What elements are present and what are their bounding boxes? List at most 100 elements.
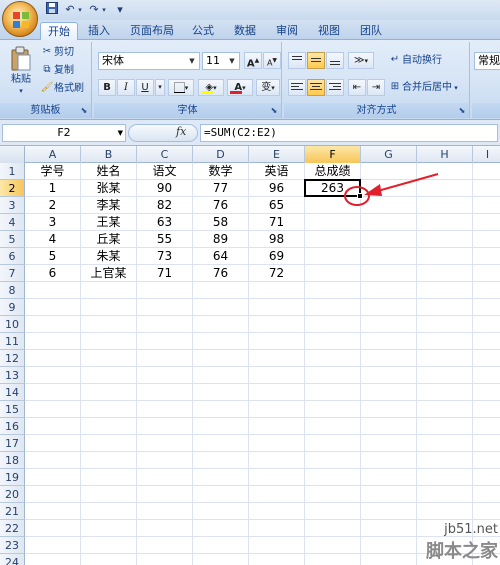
cell-h17[interactable] <box>417 435 473 452</box>
tab-review[interactable]: 审阅 <box>270 22 304 40</box>
align-bottom-button[interactable] <box>326 52 344 69</box>
cell-c21[interactable] <box>137 503 193 520</box>
cell-h21[interactable] <box>417 503 473 520</box>
cell-f24[interactable] <box>305 554 361 565</box>
cell-i12[interactable] <box>473 350 500 367</box>
formula-input[interactable]: =SUM(C2:E2) <box>200 124 498 142</box>
cell-d4[interactable]: 58 <box>193 214 249 231</box>
cell-c19[interactable] <box>137 469 193 486</box>
cell-b1[interactable]: 姓名 <box>81 163 137 180</box>
cell-d18[interactable] <box>193 452 249 469</box>
row-header-13[interactable]: 13 <box>0 367 25 384</box>
column-header-a[interactable]: A <box>25 146 81 163</box>
cell-c3[interactable]: 82 <box>137 197 193 214</box>
number-format-combo[interactable]: 常规 <box>474 52 500 70</box>
cell-g9[interactable] <box>361 299 417 316</box>
cell-i13[interactable] <box>473 367 500 384</box>
cell-f22[interactable] <box>305 520 361 537</box>
cell-b8[interactable] <box>81 282 137 299</box>
cell-e18[interactable] <box>249 452 305 469</box>
cell-g24[interactable] <box>361 554 417 565</box>
cell-e16[interactable] <box>249 418 305 435</box>
cell-g23[interactable] <box>361 537 417 554</box>
redo-dropdown-icon[interactable]: ▾ <box>96 2 112 18</box>
align-top-button[interactable] <box>288 52 306 69</box>
cell-d7[interactable]: 76 <box>193 265 249 282</box>
cell-b18[interactable] <box>81 452 137 469</box>
cell-d11[interactable] <box>193 333 249 350</box>
cell-d1[interactable]: 数学 <box>193 163 249 180</box>
row-header-20[interactable]: 20 <box>0 486 25 503</box>
cell-a24[interactable] <box>25 554 81 565</box>
phonetic-button[interactable]: 变▾ <box>256 79 280 96</box>
font-name-combo[interactable]: 宋体 ▼ <box>98 52 200 70</box>
cell-g20[interactable] <box>361 486 417 503</box>
cell-c22[interactable] <box>137 520 193 537</box>
cell-e17[interactable] <box>249 435 305 452</box>
cell-f19[interactable] <box>305 469 361 486</box>
cell-b19[interactable] <box>81 469 137 486</box>
paste-dropdown-icon[interactable]: ▾ <box>6 88 36 95</box>
italic-button[interactable]: I <box>117 79 135 96</box>
worksheet-grid[interactable]: ABCDEFGHI 1 学号 姓名 语文 数学 英语 总成绩 2 1 张某 90 77 96 263 3 2 李… <box>0 146 500 565</box>
underline-button[interactable]: U <box>136 79 154 96</box>
shrink-font-button[interactable]: A▼ <box>263 52 281 69</box>
cell-e5[interactable]: 98 <box>249 231 305 248</box>
cell-a6[interactable]: 5 <box>25 248 81 265</box>
cell-e2[interactable]: 96 <box>249 180 305 197</box>
borders-button[interactable]: ▾ <box>168 79 194 96</box>
cell-f15[interactable] <box>305 401 361 418</box>
column-header-b[interactable]: B <box>81 146 137 163</box>
cell-d10[interactable] <box>193 316 249 333</box>
cell-a13[interactable] <box>25 367 81 384</box>
cell-d16[interactable] <box>193 418 249 435</box>
row-header-22[interactable]: 22 <box>0 520 25 537</box>
cell-e4[interactable]: 71 <box>249 214 305 231</box>
increase-indent-button[interactable]: ⇥ <box>367 79 385 96</box>
cell-e7[interactable]: 72 <box>249 265 305 282</box>
cell-e22[interactable] <box>249 520 305 537</box>
cell-a21[interactable] <box>25 503 81 520</box>
cell-g6[interactable] <box>361 248 417 265</box>
cell-a19[interactable] <box>25 469 81 486</box>
cell-h18[interactable] <box>417 452 473 469</box>
cell-h13[interactable] <box>417 367 473 384</box>
fill-color-button[interactable]: ◈▾ <box>198 79 224 96</box>
cell-b20[interactable] <box>81 486 137 503</box>
cell-a9[interactable] <box>25 299 81 316</box>
cell-h10[interactable] <box>417 316 473 333</box>
cell-b17[interactable] <box>81 435 137 452</box>
cell-g10[interactable] <box>361 316 417 333</box>
cell-h15[interactable] <box>417 401 473 418</box>
cell-b3[interactable]: 李某 <box>81 197 137 214</box>
cell-f10[interactable] <box>305 316 361 333</box>
cell-e10[interactable] <box>249 316 305 333</box>
cell-h20[interactable] <box>417 486 473 503</box>
cell-b12[interactable] <box>81 350 137 367</box>
cell-d8[interactable] <box>193 282 249 299</box>
cell-e21[interactable] <box>249 503 305 520</box>
cell-d13[interactable] <box>193 367 249 384</box>
insert-function-icon[interactable]: fx <box>176 125 186 138</box>
font-name-dropdown-icon[interactable]: ▼ <box>186 54 198 68</box>
cell-h5[interactable] <box>417 231 473 248</box>
cell-c20[interactable] <box>137 486 193 503</box>
cell-c1[interactable]: 语文 <box>137 163 193 180</box>
cell-c12[interactable] <box>137 350 193 367</box>
paste-button[interactable]: 粘贴 ▾ <box>6 44 36 100</box>
cell-e19[interactable] <box>249 469 305 486</box>
cell-b16[interactable] <box>81 418 137 435</box>
column-header-d[interactable]: D <box>193 146 249 163</box>
cell-h7[interactable] <box>417 265 473 282</box>
cell-f9[interactable] <box>305 299 361 316</box>
cell-c24[interactable] <box>137 554 193 565</box>
cell-c18[interactable] <box>137 452 193 469</box>
cell-f16[interactable] <box>305 418 361 435</box>
tab-team[interactable]: 团队 <box>354 22 388 40</box>
cell-f4[interactable] <box>305 214 361 231</box>
cell-i18[interactable] <box>473 452 500 469</box>
font-size-dropdown-icon[interactable]: ▼ <box>226 54 238 68</box>
cell-b22[interactable] <box>81 520 137 537</box>
row-header-6[interactable]: 6 <box>0 248 25 265</box>
cell-h12[interactable] <box>417 350 473 367</box>
